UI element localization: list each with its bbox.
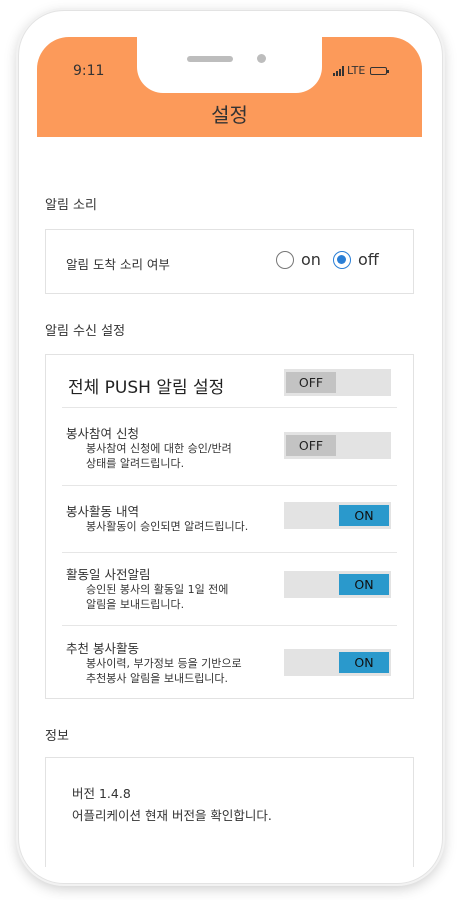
item-name: 봉사활동 내역 <box>66 504 139 519</box>
radio-off-label: off <box>358 250 379 269</box>
toggle-knob: ON <box>339 505 389 526</box>
desc-line: 알림을 보내드립니다. <box>86 598 185 611</box>
front-camera <box>257 54 266 63</box>
desc-line: 상태를 알려드립니다. <box>86 457 185 470</box>
sound-setting-row: 알림 도착 소리 여부 on off <box>46 230 413 293</box>
version-description: 어플리케이션 현재 버전을 확인합니다. <box>72 808 272 823</box>
item-description: 봉사이력, 부가정보 등을 기반으로 추천봉사 알림을 보내드립니다. <box>86 656 286 686</box>
battery-icon <box>370 66 390 75</box>
sound-row-label: 알림 도착 소리 여부 <box>66 257 170 272</box>
push-all-toggle[interactable]: OFF <box>284 369 391 396</box>
item-description: 봉사참여 신청에 대한 승인/반려 상태를 알려드립니다. <box>86 441 286 471</box>
info-card: 버전 1.4.8 어플리케이션 현재 버전을 확인합니다. <box>45 757 414 867</box>
item-name: 봉사참여 신청 <box>66 426 139 441</box>
push-all-row: 전체 PUSH 알림 설정 OFF <box>46 355 413 407</box>
receive-card: 전체 PUSH 알림 설정 OFF 봉사참여 신청 봉사참여 신청에 대한 승인… <box>45 354 414 699</box>
section-label-receive: 알림 수신 설정 <box>45 324 126 339</box>
item-name: 추천 봉사활동 <box>66 641 139 656</box>
toggle-knob: OFF <box>286 435 336 456</box>
desc-line: 추천봉사 알림을 보내드립니다. <box>86 672 229 685</box>
toggle-knob: ON <box>339 652 389 673</box>
signal-icon <box>333 65 344 76</box>
desc-line: 봉사활동이 승인되면 알려드립니다. <box>86 520 249 533</box>
desc-line: 승인된 봉사의 활동일 1일 전에 <box>86 583 229 596</box>
item-toggle[interactable]: ON <box>284 502 391 529</box>
network-label: LTE <box>347 64 366 77</box>
push-all-label: 전체 PUSH 알림 설정 <box>68 378 225 398</box>
radio-off[interactable] <box>333 250 351 269</box>
list-item: 추천 봉사활동 봉사이력, 부가정보 등을 기반으로 추천봉사 알림을 보내드립… <box>46 626 413 698</box>
section-label-sound: 알림 소리 <box>45 198 97 213</box>
item-description: 봉사활동이 승인되면 알려드립니다. <box>86 519 296 534</box>
radio-on[interactable] <box>276 250 294 269</box>
item-toggle[interactable]: ON <box>284 649 391 676</box>
phone-frame: 9:11 LTE 설정 알림 소리 알림 도착 소리 여부 on off 알림 … <box>18 10 443 884</box>
list-item: 봉사참여 신청 봉사참여 신청에 대한 승인/반려 상태를 알려드립니다. OF… <box>46 408 413 485</box>
app-screen: 9:11 LTE 설정 알림 소리 알림 도착 소리 여부 on off 알림 … <box>37 37 422 867</box>
app-header: 9:11 LTE 설정 <box>37 37 422 137</box>
item-toggle[interactable]: OFF <box>284 432 391 459</box>
section-label-info: 정보 <box>45 729 69 744</box>
status-indicators: LTE <box>333 64 390 77</box>
item-description: 승인된 봉사의 활동일 1일 전에 알림을 보내드립니다. <box>86 582 286 612</box>
camera-notch <box>137 37 322 93</box>
desc-line: 봉사참여 신청에 대한 승인/반려 <box>86 442 232 455</box>
item-name: 활동일 사전알림 <box>66 567 151 582</box>
list-item: 봉사활동 내역 봉사활동이 승인되면 알려드립니다. ON <box>46 486 413 552</box>
item-toggle[interactable]: ON <box>284 571 391 598</box>
speaker-grille <box>187 56 233 62</box>
toggle-knob: ON <box>339 574 389 595</box>
version-text: 버전 1.4.8 <box>72 786 131 801</box>
radio-on-label: on <box>301 250 321 269</box>
radio-option-on[interactable]: on <box>276 250 321 269</box>
sound-card: 알림 도착 소리 여부 on off <box>45 229 414 294</box>
desc-line: 봉사이력, 부가정보 등을 기반으로 <box>86 657 242 670</box>
toggle-knob: OFF <box>286 372 336 393</box>
radio-option-off[interactable]: off <box>333 250 379 269</box>
status-time: 9:11 <box>73 63 105 79</box>
page-title: 설정 <box>211 103 248 127</box>
list-item: 활동일 사전알림 승인된 봉사의 활동일 1일 전에 알림을 보내드립니다. O… <box>46 553 413 625</box>
